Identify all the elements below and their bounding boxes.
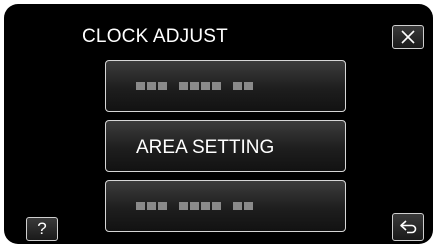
obscured-label [136, 82, 253, 90]
close-button[interactable] [392, 25, 424, 49]
menu-item-label: AREA SETTING [136, 137, 275, 158]
help-button[interactable]: ? [26, 217, 58, 241]
return-arrow-icon [400, 220, 417, 234]
camera-screen: CLOCK ADJUST AREA SETTING ? [4, 4, 433, 244]
area-setting-button[interactable]: AREA SETTING [105, 120, 346, 172]
menu-item-1[interactable] [105, 60, 346, 112]
menu-item-3[interactable] [105, 180, 346, 232]
back-button[interactable] [392, 213, 424, 241]
close-icon [401, 30, 415, 44]
obscured-label [136, 202, 253, 210]
page-title: CLOCK ADJUST [82, 26, 228, 47]
